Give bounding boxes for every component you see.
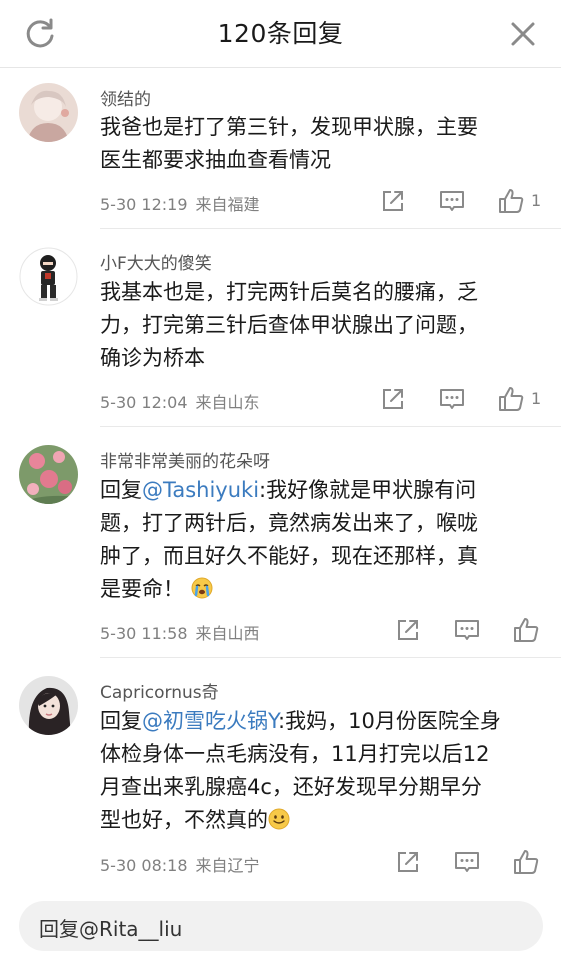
content-line: 月查出来乳腺癌4c，还好发现早分期早分 (100, 775, 482, 799)
avatar[interactable] (19, 445, 78, 504)
content-line: 我基本也是，打完两针后莫名的腰痛，乏 (100, 280, 478, 304)
share-icon[interactable] (378, 186, 408, 216)
like-count: 1 (531, 389, 542, 408)
comment-username[interactable]: 小F大大的傻笑 (100, 249, 212, 274)
comment-meta: 5-30 12:04 来自山东 (100, 389, 260, 413)
comment-content: 我爸也是打了第三针，发现甲状腺，主要 医生都要求抽血查看情况 (100, 111, 540, 177)
comment-meta: 5-30 12:19 来自福建 (100, 191, 260, 215)
content-line: 型也好，不然真的 (100, 804, 540, 837)
comment-time: 5-30 12:19 (100, 195, 188, 214)
avatar[interactable] (19, 247, 78, 306)
comment-meta: 5-30 11:58 来自山西 (100, 620, 260, 644)
divider (100, 657, 561, 658)
mention-link[interactable]: @Tashiyuki (142, 478, 259, 502)
share-icon[interactable] (393, 615, 423, 645)
content-text: 型也好，不然真的 (100, 808, 268, 832)
comment-icon[interactable] (452, 615, 482, 645)
page-title: 120条回复 (217, 19, 344, 48)
content-line: 确诊为桥本 (100, 346, 205, 370)
comment-icon[interactable] (437, 384, 467, 414)
like-icon[interactable] (496, 384, 526, 414)
content-text: 是要命！ (100, 577, 184, 601)
content-line: 力，打完第三针后查体甲状腺出了问题， (100, 313, 478, 337)
like-count: 1 (531, 191, 542, 210)
comment-location: 来自山西 (195, 624, 260, 643)
comment-content: 回复@Tashiyuki:我好像就是甲状腺有问 题，打了两针后，竟然病发出来了，… (100, 474, 540, 606)
reply-prefix: 回复 (100, 478, 142, 502)
comment-time: 5-30 08:18 (100, 856, 188, 875)
like-icon[interactable] (511, 615, 541, 645)
content-line: 是要命！ (100, 573, 540, 606)
content-line: 回复@Tashiyuki:我好像就是甲状腺有问 (100, 474, 540, 507)
comment-location: 来自福建 (195, 195, 260, 214)
mention-link[interactable]: @初雪吃火锅Y (142, 709, 278, 733)
divider (100, 228, 561, 229)
comment-meta: 5-30 08:18 来自辽宁 (100, 852, 260, 876)
content-line: 我爸也是打了第三针，发现甲状腺，主要 (100, 115, 478, 139)
content-text: :我妈，10月份医院全身 (278, 709, 501, 733)
reply-input[interactable]: 回复@Rita__liu (19, 901, 543, 951)
content-line: 医生都要求抽血查看情况 (100, 148, 331, 172)
content-line: 题，打了两针后，竟然病发出来了，喉咙 (100, 511, 478, 535)
comment-location: 来自山东 (195, 393, 260, 412)
smiling-face-icon (268, 808, 290, 830)
like-icon[interactable] (511, 847, 541, 877)
close-icon[interactable] (505, 16, 541, 52)
content-line: 肿了，而且好久不能好，现在还那样，真 (100, 544, 478, 568)
comment-icon[interactable] (452, 847, 482, 877)
share-icon[interactable] (393, 847, 423, 877)
avatar[interactable] (19, 676, 78, 735)
reply-placeholder: 回复@Rita__liu (39, 917, 183, 941)
comment-content: 我基本也是，打完两针后莫名的腰痛，乏 力，打完第三针后查体甲状腺出了问题， 确诊… (100, 276, 540, 375)
dialog-header: 120条回复 (0, 0, 561, 68)
comment-username[interactable]: 非常非常美丽的花朵呀 (100, 447, 270, 472)
like-icon[interactable] (496, 186, 526, 216)
comment-time: 5-30 12:04 (100, 393, 188, 412)
content-line: 回复@初雪吃火锅Y:我妈，10月份医院全身 (100, 705, 540, 738)
share-icon[interactable] (378, 384, 408, 414)
comment-username[interactable]: Capricornus奇 (100, 678, 219, 703)
comment-location: 来自辽宁 (195, 856, 260, 875)
avatar[interactable] (19, 83, 78, 142)
content-line: 体检身体一点毛病没有，11月打完以后12 (100, 742, 490, 766)
content-text: :我好像就是甲状腺有问 (259, 478, 477, 502)
reply-prefix: 回复 (100, 709, 142, 733)
comment-username[interactable]: 领结的 (100, 85, 151, 110)
divider (100, 426, 561, 427)
crying-face-icon (191, 577, 213, 599)
comment-content: 回复@初雪吃火锅Y:我妈，10月份医院全身 体检身体一点毛病没有，11月打完以后… (100, 705, 540, 837)
comment-time: 5-30 11:58 (100, 624, 188, 643)
comment-icon[interactable] (437, 186, 467, 216)
